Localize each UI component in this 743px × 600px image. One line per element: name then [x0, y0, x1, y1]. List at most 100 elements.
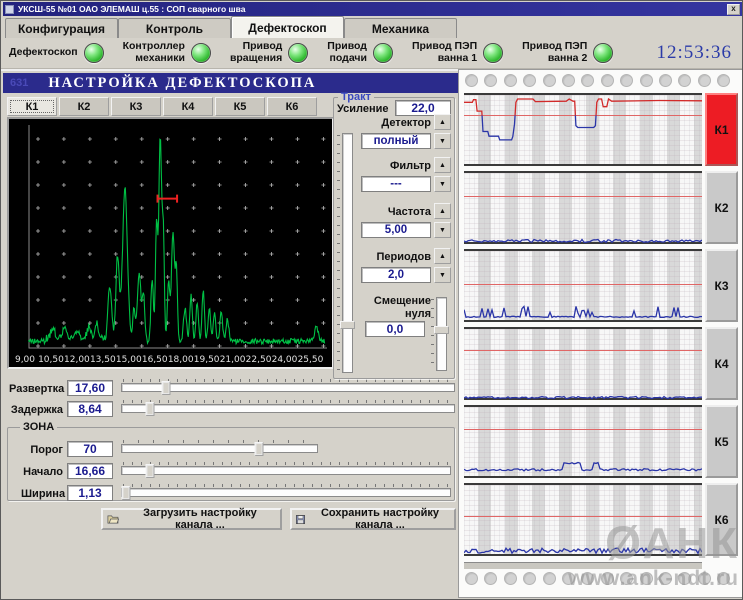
perforation-hole: [465, 74, 478, 87]
main-tab-bar: Конфигурация Контроль Дефектоскоп Механи…: [5, 16, 457, 38]
frequency-value[interactable]: 5,00: [361, 222, 431, 238]
perforation-hole: [543, 572, 556, 585]
led-icon: [483, 43, 503, 63]
filter-down-button[interactable]: ▼: [434, 176, 451, 192]
periods-up-button[interactable]: ▲: [434, 248, 451, 264]
strip-band-к5: [464, 405, 702, 478]
filter-value[interactable]: ---: [361, 176, 431, 192]
perforation-hole: [717, 572, 730, 585]
perforation-hole: [465, 572, 478, 585]
led-icon: [288, 43, 308, 63]
perforation-hole: [484, 74, 497, 87]
svg-text:15,00: 15,00: [116, 355, 142, 365]
detector-label: Детектор: [357, 117, 431, 129]
gain-label: Усиление: [337, 103, 393, 115]
gate-start-slider[interactable]: [121, 462, 451, 478]
filter-up-button[interactable]: ▲: [434, 157, 451, 173]
slider-thumb[interactable]: [121, 486, 130, 500]
perforation-hole: [504, 572, 517, 585]
slider-thumb[interactable]: [434, 326, 449, 334]
slider-thumb[interactable]: [162, 381, 171, 395]
gate-width-value[interactable]: 1,13: [67, 485, 113, 501]
delay-value[interactable]: 8,64: [67, 401, 113, 417]
channel-tab-k6[interactable]: К6: [267, 97, 317, 116]
gain-slider[interactable]: [337, 133, 359, 373]
zone-title: ЗОНА: [20, 421, 57, 433]
zero-offset-value[interactable]: 0,0: [365, 321, 425, 337]
indicator-rotation-drive: Привод вращения: [230, 41, 308, 65]
threshold-slider[interactable]: [121, 440, 318, 456]
sweep-value[interactable]: 17,60: [67, 380, 113, 396]
threshold-value[interactable]: 70: [67, 441, 113, 457]
gate-start-value[interactable]: 16,66: [67, 463, 113, 479]
ascan-chart: 9,0010,5012,0013,5015,0016,5018,0019,502…: [9, 119, 332, 367]
perforation-hole: [698, 74, 711, 87]
channel-tab-k3[interactable]: К3: [111, 97, 161, 116]
perforation-hole: [601, 572, 614, 585]
save-icon: [296, 514, 305, 525]
strip-channel-button-к1[interactable]: К1: [705, 93, 738, 166]
clock: 12:53:36: [656, 42, 736, 64]
tab-defectoscope[interactable]: Дефектоскоп: [231, 16, 344, 38]
app-icon: [5, 5, 14, 14]
panel-title: НАСТРОЙКА ДЕФЕКТОСКОПА: [3, 75, 362, 92]
perforation-hole: [698, 572, 711, 585]
sweep-slider[interactable]: [121, 379, 455, 395]
periods-down-button[interactable]: ▼: [434, 267, 451, 283]
zero-offset-label: Смещение нуля: [357, 295, 431, 320]
svg-text:21,00: 21,00: [220, 355, 246, 365]
ascan-display: 9,0010,5012,0013,5015,0016,5018,0019,502…: [7, 117, 334, 369]
svg-text:24,00: 24,00: [272, 355, 298, 365]
strip-channel-button-к4[interactable]: К4: [705, 327, 738, 400]
detector-down-button[interactable]: ▼: [434, 133, 451, 149]
channel-tab-bar: К1 К2 К3 К4 К5 К6: [7, 97, 317, 116]
gate-width-label: Ширина: [21, 488, 63, 500]
perforation-hole: [562, 74, 575, 87]
strip-channel-button-к6[interactable]: К6: [705, 483, 738, 556]
panel-code: 631: [10, 77, 28, 89]
zero-offset-slider[interactable]: [431, 297, 453, 371]
load-channel-settings-button[interactable]: Загрузить настройку канала ...: [101, 508, 282, 530]
perforation-hole: [640, 74, 653, 87]
strip-bottom-bar: [464, 562, 702, 569]
gate-width-slider[interactable]: [121, 484, 451, 500]
detector-up-button[interactable]: ▲: [434, 114, 451, 130]
periods-value[interactable]: 2,0: [361, 267, 431, 283]
slider-thumb[interactable]: [145, 464, 154, 478]
slider-thumb[interactable]: [254, 442, 263, 456]
close-button[interactable]: x: [727, 4, 740, 15]
strip-channel-button-к2[interactable]: К2: [705, 171, 738, 244]
strip-channel-button-к3[interactable]: К3: [705, 249, 738, 322]
delay-slider[interactable]: [121, 400, 455, 416]
save-channel-settings-button[interactable]: Сохранить настройку канала ...: [290, 508, 456, 530]
tab-configuration[interactable]: Конфигурация: [5, 18, 118, 38]
frequency-up-button[interactable]: ▲: [434, 203, 451, 219]
perforation-hole: [523, 74, 536, 87]
periods-label: Периодов: [357, 251, 431, 263]
folder-open-icon: [107, 514, 119, 525]
tab-control[interactable]: Контроль: [118, 18, 231, 38]
frequency-down-button[interactable]: ▼: [434, 222, 451, 238]
indicator-feed-drive: Привод подачи: [327, 41, 393, 65]
slider-thumb[interactable]: [146, 402, 155, 416]
perforation-hole: [484, 572, 497, 585]
perforation-hole: [543, 74, 556, 87]
perforation-hole: [659, 74, 672, 87]
channel-tab-k1[interactable]: К1: [7, 97, 57, 116]
strip-band-к6: [464, 483, 702, 556]
detector-value[interactable]: полный: [361, 133, 431, 149]
perforation-hole: [640, 572, 653, 585]
strip-channel-button-к5[interactable]: К5: [705, 405, 738, 478]
perforation-hole: [620, 74, 633, 87]
strip-band-к4: [464, 327, 702, 400]
perforation-hole: [620, 572, 633, 585]
channel-tab-k5[interactable]: К5: [215, 97, 265, 116]
channel-tab-k2[interactable]: К2: [59, 97, 109, 116]
svg-text:25,50: 25,50: [298, 355, 324, 365]
slider-thumb[interactable]: [340, 321, 355, 329]
indicator-probe-bath1: Привод ПЭП ванна 1: [412, 41, 503, 65]
tab-mechanics[interactable]: Механика: [344, 18, 457, 38]
led-icon: [593, 43, 613, 63]
perforation-hole: [678, 572, 691, 585]
channel-tab-k4[interactable]: К4: [163, 97, 213, 116]
